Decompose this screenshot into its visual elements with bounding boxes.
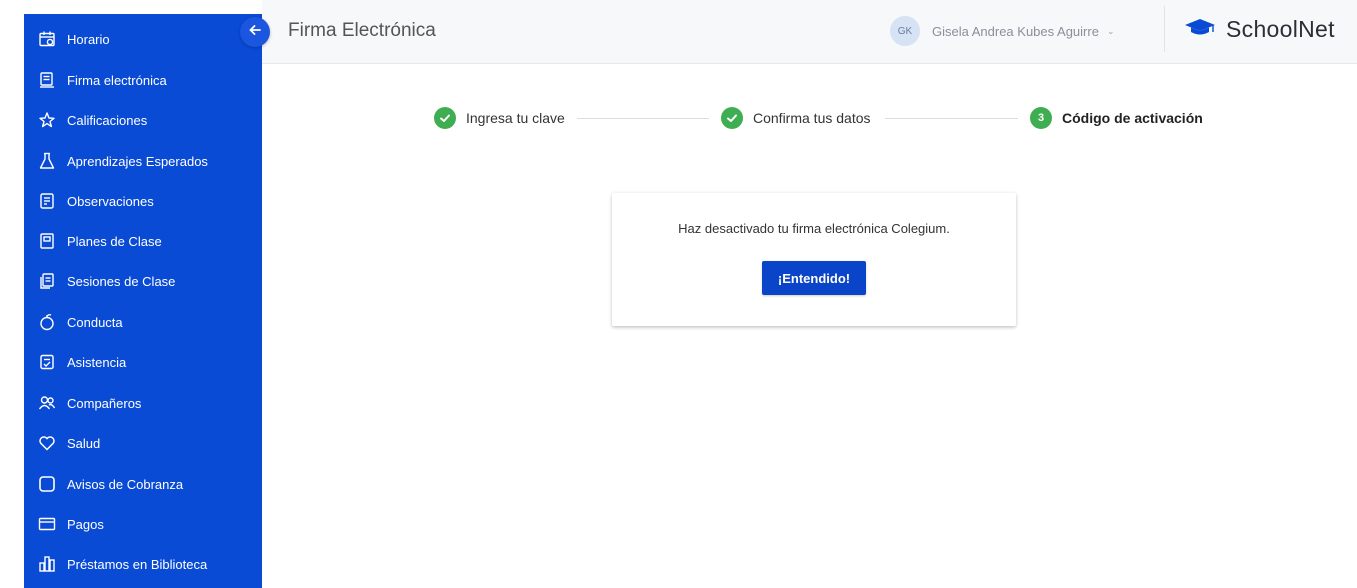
- sidebar-item-horario[interactable]: Horario: [24, 25, 262, 53]
- sidebar-item-label: Asistencia: [67, 354, 127, 370]
- apple-icon: [36, 311, 58, 333]
- step-label: Ingresa tu clave: [466, 110, 565, 126]
- header-divider: [1164, 6, 1165, 52]
- sidebar-item-pagos[interactable]: Pagos: [24, 510, 262, 538]
- user-menu[interactable]: GK Gisela Andrea Kubes Aguirre ⌄: [890, 16, 1114, 46]
- sidebar-item-label: Compañeros: [67, 395, 142, 411]
- user-name: Gisela Andrea Kubes Aguirre: [932, 23, 1099, 39]
- top-header: Firma Electrónica GK Gisela Andrea Kubes…: [262, 0, 1357, 64]
- sidebar-item-label: Sesiones de Clase: [67, 273, 176, 289]
- brand-logo: SchoolNet: [1184, 16, 1335, 43]
- card-message: Haz desactivado tu firma electrónica Col…: [678, 221, 950, 236]
- card-icon: [36, 513, 58, 535]
- step-connector: [577, 118, 709, 119]
- sidebar-item-avisos-de-cobranza[interactable]: Avisos de Cobranza: [24, 470, 262, 498]
- sidebar-item-observaciones[interactable]: Observaciones: [24, 187, 262, 215]
- check-icon: [721, 107, 743, 129]
- sidebar-item-label: Observaciones: [67, 193, 154, 209]
- sidebar-item-label: Conducta: [67, 314, 123, 330]
- sidebar-item-firma-electronica[interactable]: Firma electrónica: [24, 66, 262, 94]
- check-icon: [434, 107, 456, 129]
- step-codigo-activacion: 3 Código de activación: [1030, 106, 1203, 130]
- avatar: GK: [890, 16, 920, 46]
- sidebar-item-sesiones-de-clase[interactable]: Sesiones de Clase: [24, 267, 262, 295]
- plan-icon: [36, 230, 58, 252]
- sidebar-item-companeros[interactable]: Compañeros: [24, 389, 262, 417]
- signature-icon: [36, 69, 58, 91]
- square-icon: [36, 473, 58, 495]
- sidebar-item-asistencia[interactable]: Asistencia: [24, 348, 262, 376]
- people-icon: [36, 392, 58, 414]
- sidebar-item-aprendizajes[interactable]: Aprendizajes Esperados: [24, 147, 262, 175]
- collapse-sidebar-button[interactable]: [240, 17, 270, 47]
- sidebar-item-planes-de-clase[interactable]: Planes de Clase: [24, 227, 262, 255]
- step-label: Código de activación: [1062, 110, 1203, 126]
- brand-name: SchoolNet: [1226, 16, 1335, 42]
- step-connector: [885, 118, 1018, 119]
- arrow-left-icon: [248, 23, 262, 42]
- document-icon: [36, 190, 58, 212]
- sidebar-item-label: Planes de Clase: [67, 233, 162, 249]
- sessions-icon: [36, 270, 58, 292]
- stepper: Ingresa tu clave Confirma tus datos 3 Có…: [0, 106, 1357, 130]
- understood-button[interactable]: ¡Entendido!: [762, 261, 866, 295]
- step-number: 3: [1030, 107, 1052, 129]
- sidebar-item-conducta[interactable]: Conducta: [24, 308, 262, 336]
- attendance-icon: [36, 351, 58, 373]
- page-title: Firma Electrónica: [288, 20, 436, 41]
- sidebar-item-label: Aprendizajes Esperados: [67, 153, 208, 169]
- sidebar-item-salud[interactable]: Salud: [24, 429, 262, 457]
- sidebar-item-label: Horario: [67, 31, 110, 47]
- heart-icon: [36, 432, 58, 454]
- step-ingresa-clave: Ingresa tu clave: [434, 106, 565, 130]
- graduation-cap-icon: [1184, 17, 1216, 42]
- sidebar-item-label: Firma electrónica: [67, 72, 167, 88]
- sidebar-item-label: Avisos de Cobranza: [67, 476, 184, 492]
- confirmation-card: Haz desactivado tu firma electrónica Col…: [612, 193, 1016, 326]
- step-label: Confirma tus datos: [753, 110, 871, 126]
- step-confirma-datos: Confirma tus datos: [721, 106, 871, 130]
- calendar-icon: [36, 28, 58, 50]
- sidebar-item-label: Salud: [67, 435, 101, 451]
- sidebar-item-label: Préstamos en Biblioteca: [67, 556, 208, 572]
- library-icon: [36, 553, 58, 575]
- flask-icon: [36, 150, 58, 172]
- sidebar: Horario Firma electrónica Calificaciones…: [24, 14, 262, 588]
- chevron-down-icon: ⌄: [1106, 25, 1115, 36]
- sidebar-item-prestamos-biblioteca[interactable]: Préstamos en Biblioteca: [24, 550, 262, 578]
- sidebar-item-label: Pagos: [67, 516, 104, 532]
